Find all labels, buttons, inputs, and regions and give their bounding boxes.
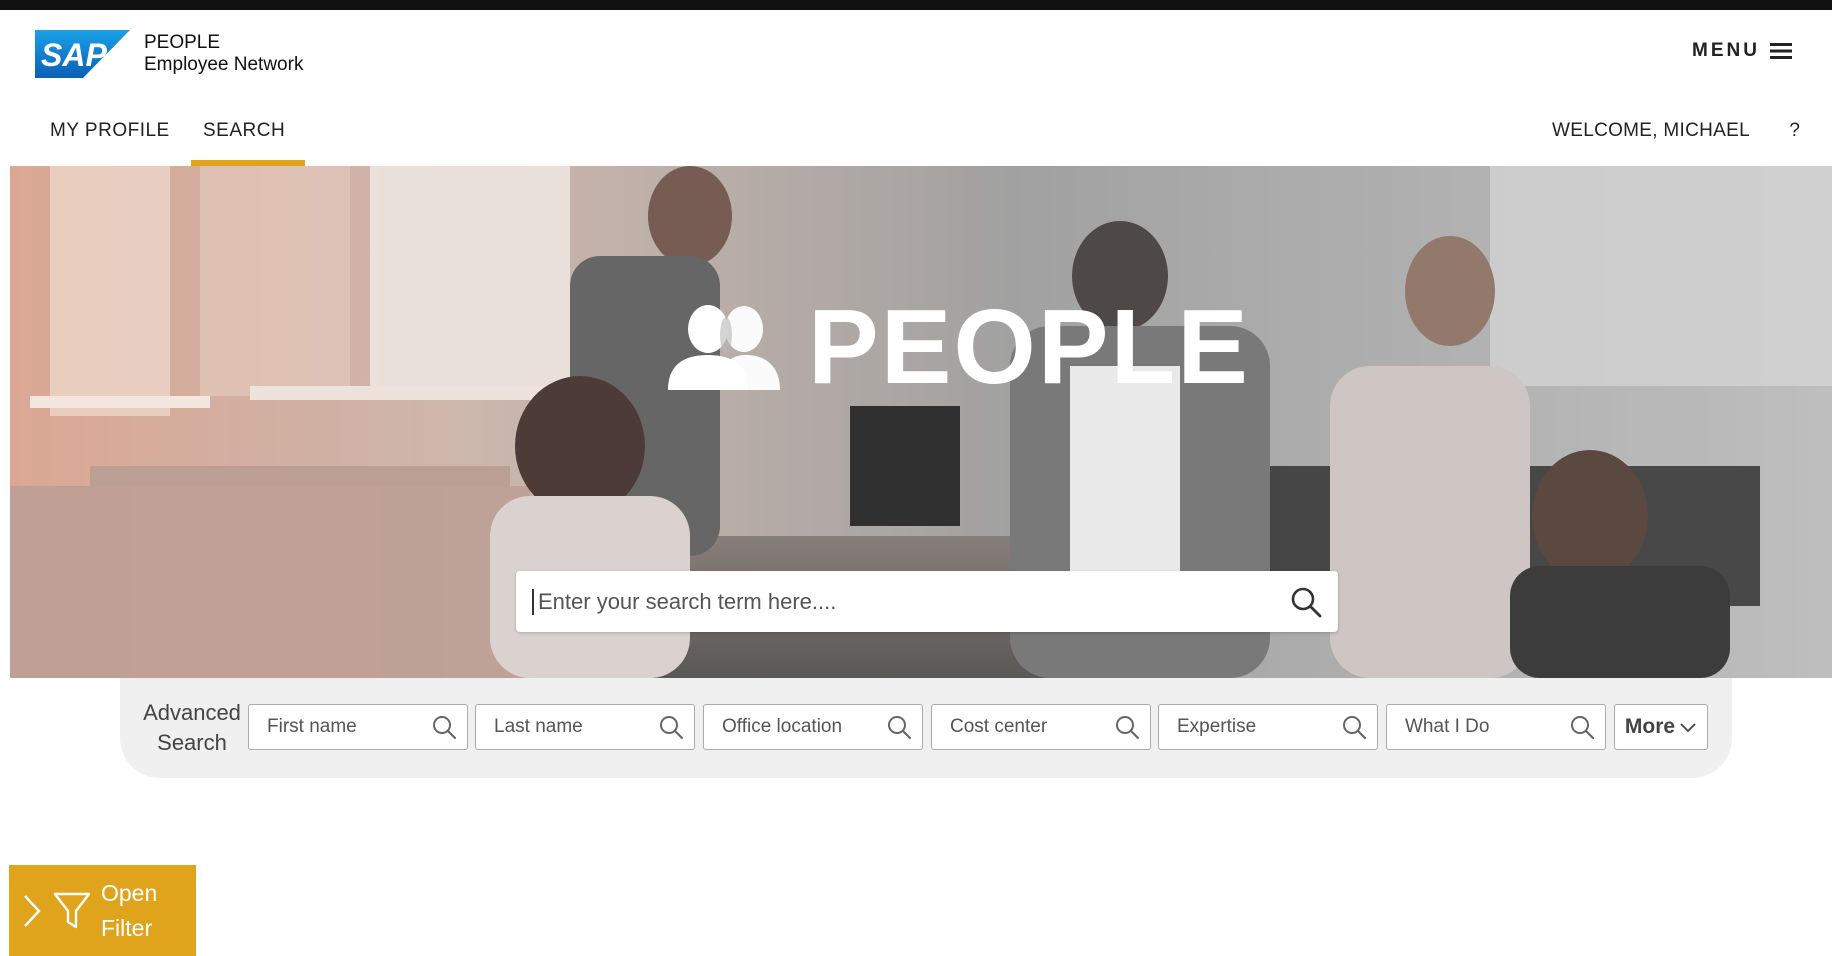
app-subtitle: Employee Network (144, 54, 304, 75)
search-icon[interactable] (1341, 714, 1367, 740)
advanced-search-label-line2: Search (157, 730, 227, 755)
last-name-input[interactable] (494, 716, 658, 738)
search-icon[interactable] (658, 714, 684, 740)
brand-text: PEOPLE Employee Network (144, 32, 303, 76)
menu-button[interactable]: MENU (1692, 40, 1792, 62)
search-icon[interactable] (886, 714, 912, 740)
search-icon[interactable] (1290, 586, 1322, 618)
search-icon[interactable] (1114, 714, 1140, 740)
open-filter-label-line1: Open (101, 880, 158, 906)
filter-icon (53, 892, 91, 929)
cost-center-input[interactable] (950, 716, 1114, 738)
open-filter-button[interactable]: Open Filter (9, 865, 196, 956)
last-name-field[interactable] (475, 704, 695, 750)
chevron-down-icon (1680, 723, 1696, 733)
help-button[interactable]: ? (1789, 120, 1800, 142)
app-title: PEOPLE (144, 32, 221, 53)
search-icon[interactable] (431, 714, 457, 740)
search-icon[interactable] (1569, 714, 1595, 740)
main-search-bar[interactable] (516, 571, 1338, 632)
people-icon (668, 304, 780, 390)
office-location-field[interactable] (703, 704, 923, 750)
first-name-input[interactable] (267, 716, 431, 738)
top-nav: MY PROFILE SEARCH WELCOME, MICHAEL ? (0, 104, 1832, 166)
sap-logo: SAP (35, 30, 130, 78)
top-border (0, 0, 1832, 10)
advanced-search-label: Advanced Search (140, 698, 244, 758)
menu-label: MENU (1692, 40, 1760, 61)
welcome-user[interactable]: WELCOME, MICHAEL (1552, 120, 1750, 142)
hamburger-icon (1770, 43, 1792, 59)
expertise-field[interactable] (1158, 704, 1378, 750)
main-search-input[interactable] (532, 588, 1290, 615)
hero-title-text: PEOPLE (808, 288, 1251, 406)
open-filter-label: Open Filter (101, 876, 157, 946)
cost-center-field[interactable] (931, 704, 1151, 750)
tab-my-profile[interactable]: MY PROFILE (50, 120, 170, 142)
open-filter-label-line2: Filter (101, 915, 153, 941)
more-label: More (1624, 715, 1676, 738)
chevron-right-icon (24, 895, 41, 927)
hero-title: PEOPLE (660, 294, 1250, 400)
svg-text:SAP: SAP (41, 37, 107, 73)
first-name-field[interactable] (248, 704, 468, 750)
office-location-input[interactable] (722, 716, 886, 738)
what-i-do-field[interactable] (1386, 704, 1606, 750)
brand[interactable]: SAP PEOPLE Employee Network (35, 30, 303, 78)
more-button[interactable]: More (1614, 704, 1708, 750)
what-i-do-input[interactable] (1405, 716, 1569, 738)
tab-search[interactable]: SEARCH (203, 120, 285, 142)
advanced-search-label-line1: Advanced (143, 700, 241, 725)
advanced-search-panel: Advanced Search More (120, 678, 1732, 778)
expertise-input[interactable] (1177, 716, 1341, 738)
